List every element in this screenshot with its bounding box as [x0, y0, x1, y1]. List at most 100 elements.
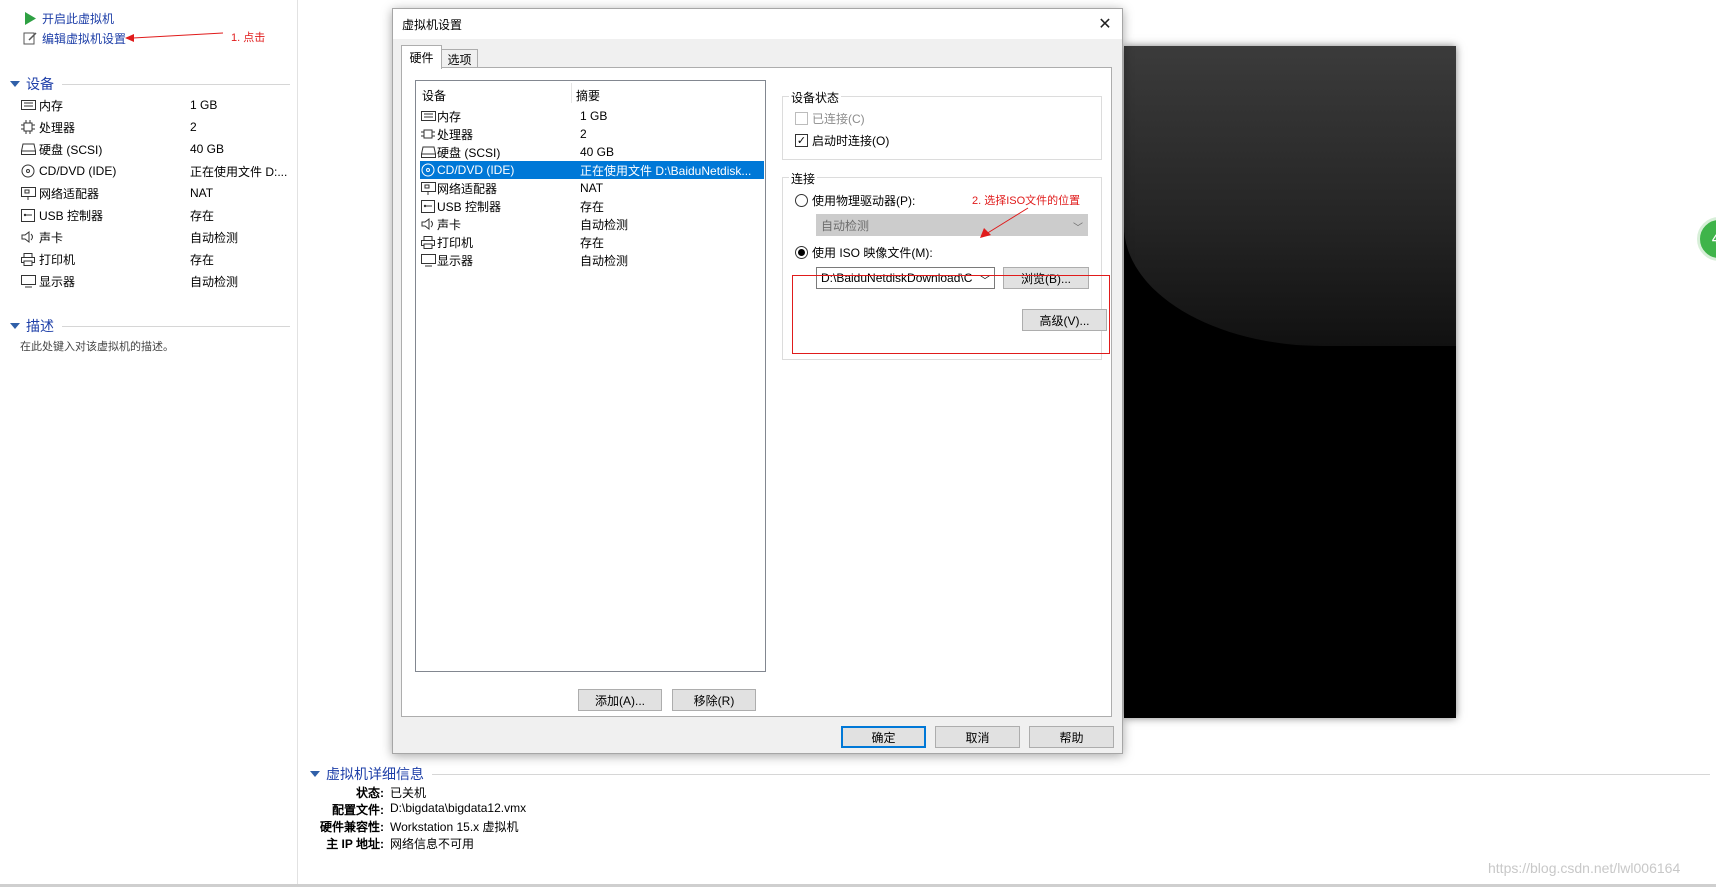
detail-key: 主 IP 地址:	[326, 837, 384, 851]
device-row-cd[interactable]: CD/DVD (IDE) 正在使用文件 D:...	[20, 161, 290, 181]
list-item-harddisk[interactable]: 硬盘 (SCSI) 40 GB	[420, 143, 764, 161]
device-row-memory[interactable]: 内存 1 GB	[20, 95, 290, 115]
devices-header-label: 设备	[26, 76, 54, 92]
list-item-summary: 1 GB	[580, 109, 608, 123]
tab-options[interactable]: 选项	[441, 49, 478, 68]
radio-icon	[795, 194, 808, 207]
collapse-triangle-icon	[310, 771, 320, 777]
device-name: 打印机	[39, 252, 76, 267]
device-value: 40 GB	[190, 142, 225, 156]
chevron-down-icon: ﹀	[1073, 223, 1083, 234]
detail-key: 配置文件:	[332, 803, 384, 817]
physical-drive-radio[interactable]: 使用物理驱动器(P):	[795, 192, 915, 209]
checkbox-icon	[795, 112, 808, 125]
physical-drive-value: 自动检测	[821, 218, 870, 233]
description-header-label: 描述	[26, 318, 54, 334]
sound-icon	[20, 230, 36, 244]
description-section-header[interactable]: 描述	[10, 316, 290, 336]
iso-image-label: 使用 ISO 映像文件(M):	[812, 246, 933, 260]
list-item-name: 声卡	[437, 217, 462, 232]
list-header-summary[interactable]: 摘要	[576, 87, 600, 104]
monitor-icon	[420, 253, 436, 267]
watermark: https://blog.csdn.net/lwl006164	[1488, 860, 1681, 876]
harddisk-icon	[20, 142, 36, 156]
dialog-title: 虚拟机设置	[402, 17, 463, 32]
list-item-name: USB 控制器	[437, 199, 502, 214]
list-item-summary: 40 GB	[580, 145, 615, 159]
detail-value: Workstation 15.x 虚拟机	[390, 820, 519, 834]
device-name: USB 控制器	[39, 208, 104, 223]
connect-on-power-checkbox[interactable]: ✓ 启动时连接(O)	[795, 132, 889, 149]
iso-image-radio[interactable]: 使用 ISO 映像文件(M):	[795, 244, 933, 261]
usb-icon	[20, 208, 36, 222]
radio-selected-icon	[795, 246, 808, 259]
sound-icon	[420, 217, 436, 231]
edit-settings-label: 编辑虚拟机设置	[42, 31, 127, 46]
vm-summary-panel: 开启此虚拟机 编辑虚拟机设置 1. 点击 设备 内存 1 GB 处理器 2 硬盘…	[0, 0, 298, 887]
connected-checkbox[interactable]: 已连接(C)	[795, 110, 865, 127]
list-item-name: 显示器	[437, 253, 474, 268]
annotation-1-text: 1. 点击	[231, 32, 266, 44]
device-value: 自动检测	[190, 274, 239, 289]
add-device-button[interactable]: 添加(A)...	[578, 689, 662, 711]
cancel-button[interactable]: 取消	[935, 726, 1020, 748]
detail-row-compat: 硬件兼容性: Workstation 15.x 虚拟机	[304, 818, 519, 835]
printer-icon	[20, 252, 36, 266]
list-item-sound[interactable]: 声卡 自动检测	[420, 215, 764, 233]
remove-device-button[interactable]: 移除(R)	[672, 689, 756, 711]
device-row-sound[interactable]: 声卡 自动检测	[20, 227, 290, 247]
device-value: 2	[190, 120, 197, 134]
monitor-icon	[20, 274, 36, 288]
details-section-header[interactable]: 虚拟机详细信息	[310, 764, 1710, 784]
device-value: 存在	[190, 252, 215, 267]
list-item-name: 处理器	[437, 127, 474, 142]
list-header-device[interactable]: 设备	[422, 87, 446, 104]
network-icon	[20, 186, 36, 200]
list-item-monitor[interactable]: 显示器 自动检测	[420, 251, 764, 269]
device-row-monitor[interactable]: 显示器 自动检测	[20, 271, 290, 291]
device-value: 自动检测	[190, 230, 239, 245]
physical-drive-label: 使用物理驱动器(P):	[812, 194, 916, 208]
list-item-name: CD/DVD (IDE)	[437, 163, 515, 177]
list-item-network[interactable]: 网络适配器 NAT	[420, 179, 764, 197]
advanced-button[interactable]: 高级(V)...	[1022, 309, 1107, 331]
list-item-summary: 存在	[580, 199, 605, 214]
list-item-cpu[interactable]: 处理器 2	[420, 125, 764, 143]
device-row-harddisk[interactable]: 硬盘 (SCSI) 40 GB	[20, 139, 290, 159]
ok-button[interactable]: 确定	[841, 726, 926, 748]
cd-icon	[20, 164, 36, 178]
device-row-cpu[interactable]: 处理器 2	[20, 117, 290, 137]
device-list[interactable]: 设备 摘要 内存 1 GB 处理器 2 硬盘 (SCSI) 40 GB CD/D…	[415, 80, 766, 672]
device-name: 声卡	[39, 230, 64, 245]
usb-icon	[420, 199, 436, 213]
device-name: 处理器	[39, 120, 76, 135]
detail-value: 已关机	[390, 786, 427, 800]
detail-row-config: 配置文件: D:\bigdata\bigdata12.vmx	[304, 801, 526, 818]
list-item-cd[interactable]: CD/DVD (IDE) 正在使用文件 D:\BaiduNetdisk...	[420, 161, 764, 179]
list-item-usb[interactable]: USB 控制器 存在	[420, 197, 764, 215]
dialog-title-bar: 虚拟机设置	[393, 9, 1122, 39]
device-value: 1 GB	[190, 98, 218, 112]
cd-icon	[420, 163, 436, 177]
description-field[interactable]: 在此处键入对该虚拟机的描述。	[20, 338, 174, 354]
annotation-arrow-1	[125, 32, 224, 42]
list-item-summary: 存在	[580, 235, 605, 250]
checkmark-icon: ✓	[795, 134, 808, 147]
device-row-network[interactable]: 网络适配器 NAT	[20, 183, 290, 203]
detail-value: D:\bigdata\bigdata12.vmx	[390, 801, 527, 815]
device-row-printer[interactable]: 打印机 存在	[20, 249, 290, 269]
detail-key: 状态:	[356, 786, 384, 800]
devices-section-header[interactable]: 设备	[10, 74, 290, 94]
list-item-summary: NAT	[580, 181, 604, 195]
list-item-memory[interactable]: 内存 1 GB	[420, 107, 764, 125]
tab-hardware[interactable]: 硬件	[401, 45, 442, 69]
help-button[interactable]: 帮助	[1029, 726, 1114, 748]
list-item-printer[interactable]: 打印机 存在	[420, 233, 764, 251]
edit-settings-link[interactable]: 编辑虚拟机设置	[22, 29, 126, 47]
device-value: 正在使用文件 D:...	[190, 164, 288, 179]
vm-screen-preview[interactable]	[1124, 46, 1456, 718]
device-row-usb[interactable]: USB 控制器 存在	[20, 205, 290, 225]
power-on-link[interactable]: 开启此虚拟机	[22, 9, 114, 27]
close-icon[interactable]: ✕	[1094, 13, 1116, 35]
physical-drive-select[interactable]: 自动检测 ﹀	[816, 214, 1088, 236]
